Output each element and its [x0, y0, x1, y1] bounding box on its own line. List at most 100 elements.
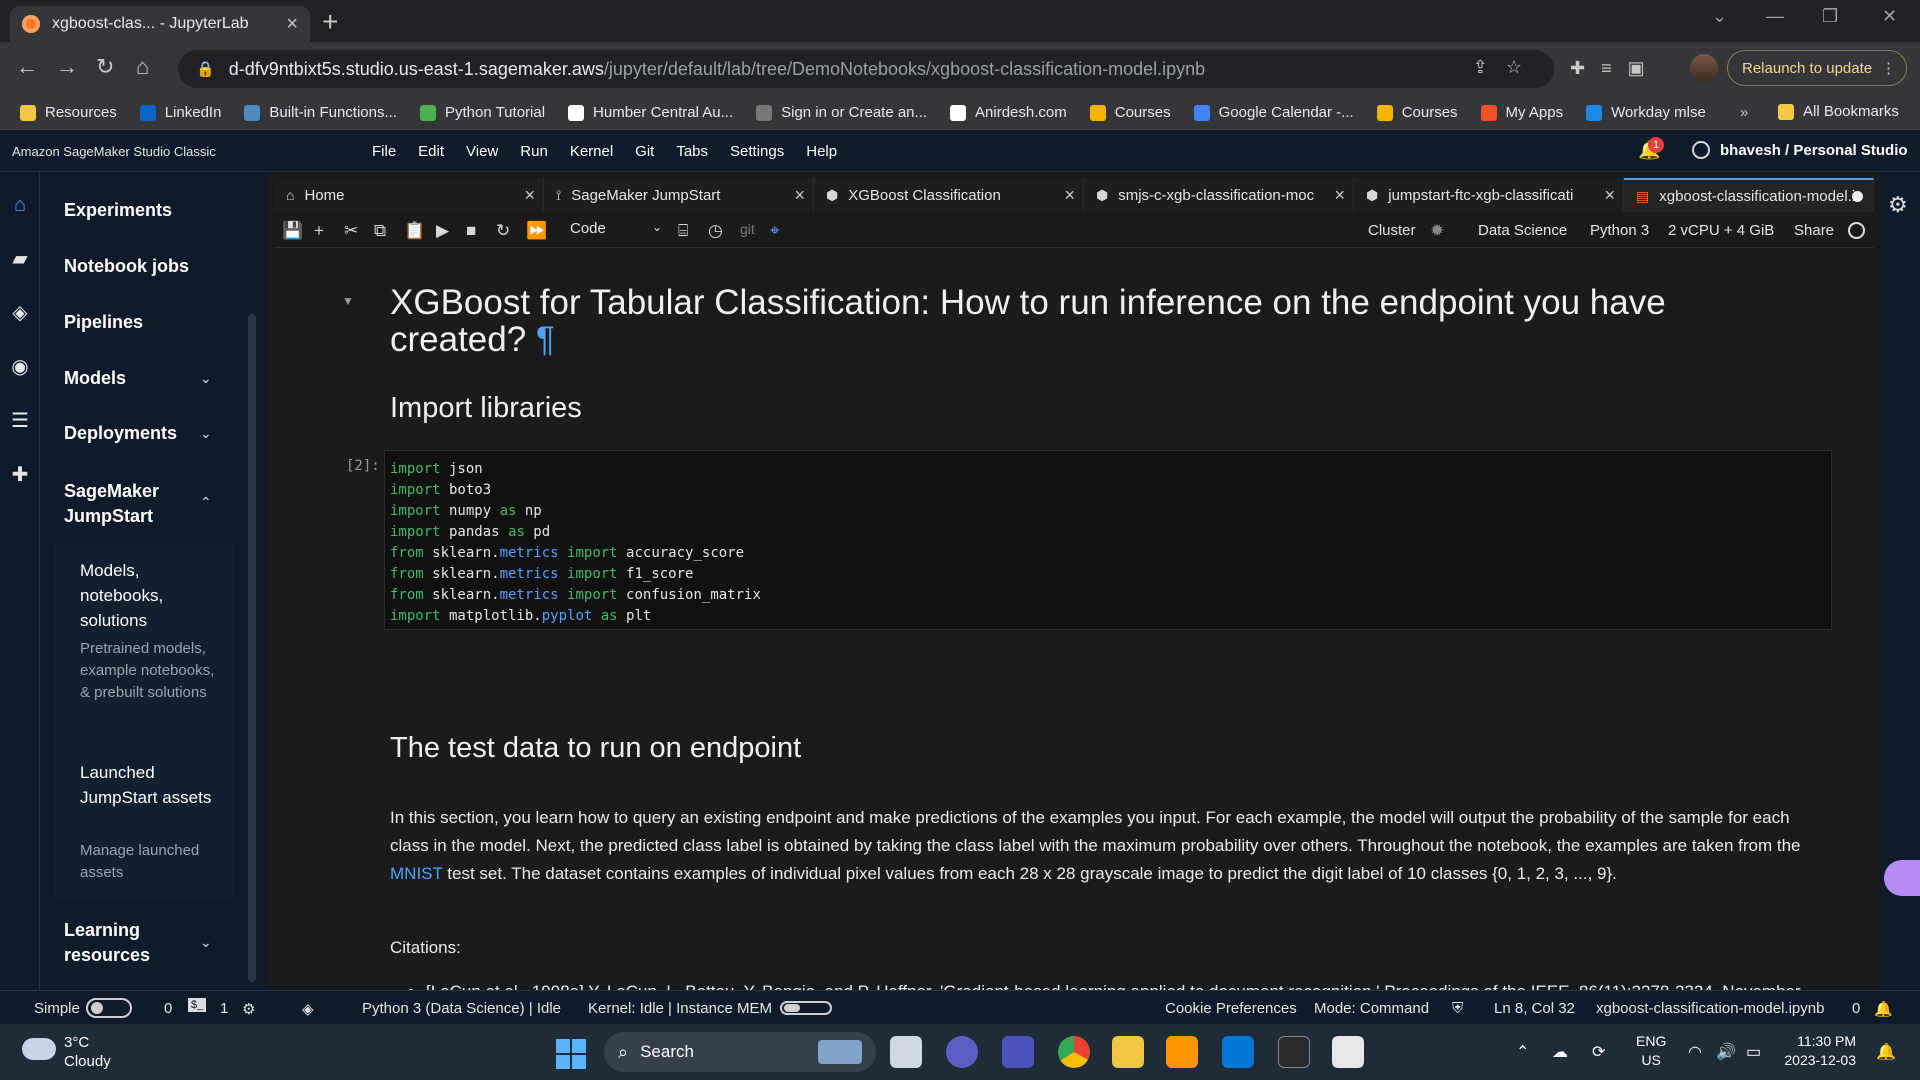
all-bookmarks-button[interactable]: All Bookmarks	[1778, 103, 1899, 120]
chevron-down-icon[interactable]: ⌄	[200, 425, 212, 442]
bookmark-item[interactable]: Python Tutorial	[419, 104, 545, 121]
kernel-info[interactable]: Python 3 (Data Science) | Idle	[362, 1000, 561, 1017]
snipping-tool-icon[interactable]	[1332, 1036, 1364, 1068]
bookmark-star-icon[interactable]: ☆	[1506, 57, 1540, 77]
sidebar-item-experiments[interactable]: Experiments	[64, 200, 234, 221]
close-tab-icon[interactable]: ×	[1604, 185, 1615, 206]
bookmark-item[interactable]: Courses	[1089, 104, 1171, 121]
mode-indicator[interactable]: Mode: Command	[1314, 1000, 1429, 1017]
windows-start-icon[interactable]	[556, 1039, 586, 1069]
forward-icon[interactable]: →	[56, 54, 78, 80]
collapse-heading-icon[interactable]: ▼	[342, 294, 354, 308]
chat-app-icon[interactable]	[946, 1036, 978, 1068]
wifi-icon[interactable]: ◠	[1688, 1042, 1702, 1062]
sidebar-item-jumpstart[interactable]: SageMaker JumpStart	[64, 479, 174, 529]
menu-item[interactable]: File	[372, 143, 396, 160]
site-info-icon[interactable]: 🔒	[196, 60, 215, 78]
menu-item[interactable]: Run	[520, 143, 548, 160]
bookmark-item[interactable]: Sign in or Create an...	[756, 104, 927, 121]
menu-item[interactable]: View	[466, 143, 498, 160]
document-tab[interactable]: ⬢ XGBoost Classification ×	[814, 178, 1084, 212]
terminal-icon[interactable]: ⌸	[678, 221, 688, 241]
git-icon[interactable]: git	[740, 221, 755, 237]
instance-mem-toggle[interactable]	[780, 1001, 832, 1015]
sublime-text-icon[interactable]	[1166, 1036, 1198, 1068]
git-icon[interactable]: ◈	[9, 302, 31, 324]
show-hidden-icons-icon[interactable]: ⌃	[1516, 1042, 1529, 1062]
tab-search-icon[interactable]: ⌄	[1712, 6, 1727, 27]
address-bar[interactable]: 🔒 d-dfv9ntbixt5s.studio.us-east-1.sagema…	[178, 50, 1554, 88]
code-cell[interactable]: import json import boto3 import numpy as n…	[384, 450, 1832, 630]
gear-icon[interactable]: ✹	[1430, 221, 1444, 241]
taskbar-search[interactable]: ⌕ Search	[604, 1032, 876, 1072]
battery-icon[interactable]: ▭	[1746, 1042, 1761, 1062]
document-tab[interactable]: ⬢ jumpstart-ftc-xgb-classificati ×	[1354, 178, 1624, 212]
weather-widget[interactable]: 3°C Cloudy	[64, 1033, 111, 1071]
clock[interactable]: 11:30 PM 2023-12-03	[1784, 1032, 1856, 1070]
share-icon[interactable]: ⇪	[1473, 57, 1506, 77]
bookmark-item[interactable]: Resources	[20, 104, 117, 121]
restore-icon[interactable]: ❐	[1822, 6, 1838, 27]
language-indicator[interactable]: ENG US	[1636, 1032, 1666, 1070]
sidebar-subitem-launched-assets[interactable]: Launched JumpStart assets	[80, 760, 220, 810]
bookmark-item[interactable]: Anirdesh.com	[950, 104, 1067, 121]
cursor-position[interactable]: Ln 8, Col 32	[1494, 1000, 1575, 1017]
bookmark-item[interactable]: Workday mlse	[1586, 104, 1706, 121]
extensions-icon[interactable]: ✚	[1570, 58, 1601, 78]
browser-menu-icon[interactable]: ⋮	[1881, 59, 1896, 77]
running-terminals-icon[interactable]: ◉	[9, 356, 31, 378]
volume-icon[interactable]: 🔊	[1716, 1042, 1736, 1062]
instance-label[interactable]: 2 vCPU + 4 GiB	[1668, 222, 1774, 239]
chevron-up-icon[interactable]: ⌃	[200, 494, 212, 511]
document-tab[interactable]: ⟟ SageMaker JumpStart ×	[544, 178, 814, 212]
terminal-icon[interactable]	[1278, 1036, 1310, 1068]
teams-icon[interactable]	[1002, 1036, 1034, 1068]
simple-mode-toggle[interactable]	[86, 998, 132, 1018]
bookmark-item[interactable]: Courses	[1376, 104, 1458, 121]
sync-icon[interactable]: ⟳	[1592, 1042, 1605, 1062]
paste-icon[interactable]: 📋	[404, 221, 425, 241]
shield-icon[interactable]: ⛨	[1452, 1000, 1463, 1017]
weather-cloud-icon[interactable]	[22, 1038, 56, 1060]
close-tab-icon[interactable]: ×	[524, 185, 535, 206]
kernel-label[interactable]: Python 3	[1590, 222, 1649, 239]
feedback-chat-icon[interactable]	[1884, 860, 1920, 896]
bookmark-item[interactable]: Humber Central Au...	[568, 104, 733, 121]
run-icon[interactable]: ▶	[436, 221, 449, 241]
profile-avatar[interactable]	[1690, 54, 1718, 82]
terminal-count[interactable]: 0	[164, 1000, 172, 1017]
cluster-button[interactable]: Cluster	[1368, 222, 1416, 239]
close-tab-icon[interactable]: ×	[1064, 185, 1075, 206]
stop-icon[interactable]: ■	[466, 221, 476, 241]
window-close-icon[interactable]: ✕	[1882, 6, 1897, 27]
chevron-down-icon[interactable]: ⌄	[200, 370, 212, 387]
notification-count[interactable]: 0	[1852, 1000, 1860, 1017]
minimize-icon[interactable]: —	[1766, 6, 1784, 27]
extensions-icon[interactable]: ✚	[9, 464, 31, 486]
bookmark-item[interactable]: LinkedIn	[139, 104, 221, 121]
bookmark-item[interactable]: Built-in Functions...	[244, 104, 397, 121]
image-label[interactable]: Data Science	[1478, 222, 1567, 239]
new-tab-icon[interactable]: +	[322, 6, 338, 38]
clock-icon[interactable]: ◷	[708, 221, 723, 241]
insert-cell-icon[interactable]: +	[314, 221, 324, 241]
menu-item[interactable]: Kernel	[570, 143, 613, 160]
bell-icon[interactable]: 🔔	[1874, 1000, 1893, 1018]
sidebar-item-pipelines[interactable]: Pipelines	[64, 312, 234, 333]
reload-icon[interactable]: ↻	[96, 54, 114, 80]
gear-icon[interactable]: ⚙	[242, 1000, 255, 1018]
side-panel-scrollbar[interactable]	[248, 314, 256, 982]
reading-list-icon[interactable]: ≡	[1601, 58, 1628, 78]
sidebar-subitem-models-notebooks[interactable]: Models, notebooks, solutions	[80, 558, 220, 633]
document-tab[interactable]: ⌂ Home ×	[274, 178, 544, 212]
copy-icon[interactable]: ⧉	[374, 221, 386, 241]
menu-item[interactable]: Settings	[730, 143, 784, 160]
folder-icon[interactable]: ▰	[9, 248, 31, 270]
document-tab[interactable]: ⬢ smjs-c-xgb-classification-moc ×	[1084, 178, 1354, 212]
anchor-link[interactable]: ¶	[536, 320, 555, 359]
cell-type-select[interactable]: Code ⌄	[570, 220, 662, 237]
bookmark-item[interactable]: My Apps	[1480, 104, 1563, 121]
notification-center-icon[interactable]: 🔔	[1876, 1042, 1896, 1062]
file-explorer-icon[interactable]	[1112, 1036, 1144, 1068]
restart-icon[interactable]: ↻	[496, 221, 510, 241]
